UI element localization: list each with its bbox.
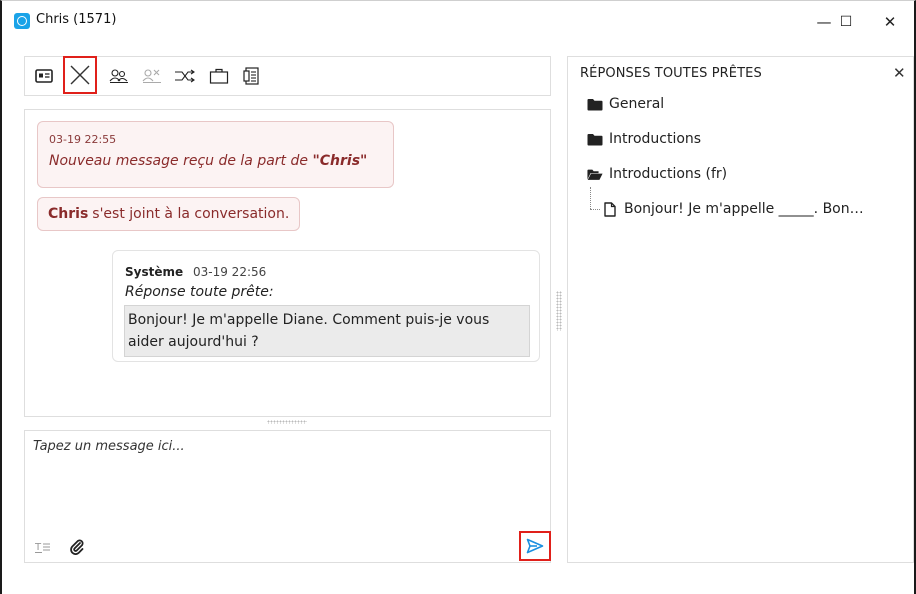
agent-message: Système 03-19 22:56 Réponse toute prête:… xyxy=(112,250,540,362)
joined-text: s'est joint à la conversation. xyxy=(92,206,290,222)
response-item[interactable]: Bonjour! Je m'appelle _____. Bon… xyxy=(602,198,864,220)
chat-window: Chris (1571) — ☐ ✕ 03-19 22:55 Nouveau m… xyxy=(0,0,916,594)
system-notification-text: Nouveau message reçu de la part de "Chri… xyxy=(49,153,367,169)
window-title: Chris (1571) xyxy=(36,12,117,27)
title-bar: Chris (1571) — ☐ ✕ xyxy=(2,1,914,41)
briefcase-icon[interactable] xyxy=(204,61,234,91)
folder-open-icon xyxy=(587,166,603,182)
ready-response-text: Bonjour! Je m'appelle Diane. Comment pui… xyxy=(124,305,530,357)
folder-icon xyxy=(587,96,603,112)
chat-toolbar xyxy=(24,56,551,96)
message-sender: Système xyxy=(125,265,184,279)
document-icon xyxy=(602,201,618,217)
folder-general[interactable]: General xyxy=(587,93,664,115)
ready-response-label: Réponse toute prête: xyxy=(125,284,274,300)
tree-connector xyxy=(590,209,600,210)
system-notification: 03-19 22:55 Nouveau message reçu de la p… xyxy=(37,121,394,188)
text-format-icon[interactable]: T xyxy=(33,537,53,557)
panel-close-button[interactable]: ✕ xyxy=(893,64,906,82)
send-button[interactable] xyxy=(519,531,551,561)
system-notification-name: "Chris" xyxy=(312,153,368,169)
close-button[interactable]: ✕ xyxy=(868,7,912,37)
conference-icon[interactable] xyxy=(137,61,167,91)
maximize-button[interactable]: ☐ xyxy=(824,7,868,37)
joined-notification: Chris s'est joint à la conversation. xyxy=(37,197,301,231)
tree-connector xyxy=(590,187,591,209)
vertical-splitter[interactable] xyxy=(556,291,562,331)
folder-introductions-fr[interactable]: Introductions (fr) xyxy=(587,163,727,185)
joined-name: Chris xyxy=(48,206,89,222)
message-time: 03-19 22:56 xyxy=(193,265,267,279)
route-icon[interactable] xyxy=(170,61,200,91)
svg-text:T: T xyxy=(35,542,42,553)
end-chat-icon[interactable] xyxy=(63,56,97,94)
horizontal-splitter[interactable] xyxy=(267,420,307,424)
chat-transcript[interactable]: 03-19 22:55 Nouveau message reçu de la p… xyxy=(24,109,551,417)
tree-item-label: Bonjour! Je m'appelle _____. Bon… xyxy=(624,201,864,217)
ready-responses-panel: RÉPONSES TOUTES PRÊTES ✕ General Introdu… xyxy=(567,56,914,563)
send-icon xyxy=(526,538,544,554)
system-notification-prefix: Nouveau message reçu de la part de xyxy=(49,153,313,169)
folder-introductions[interactable]: Introductions xyxy=(587,128,701,150)
message-time: 03-19 22:55 xyxy=(49,133,117,146)
tree-item-label: Introductions xyxy=(609,131,702,147)
transfer-icon[interactable] xyxy=(104,61,134,91)
tree-item-label: General xyxy=(609,96,665,112)
contact-card-icon[interactable] xyxy=(29,61,59,91)
message-composer: T xyxy=(24,430,551,563)
message-input[interactable] xyxy=(33,439,538,509)
tree-item-label: Introductions (fr) xyxy=(609,166,728,182)
notes-icon[interactable] xyxy=(237,61,267,91)
attachment-icon[interactable] xyxy=(67,537,87,557)
ready-responses-title: RÉPONSES TOUTES PRÊTES xyxy=(580,66,762,81)
app-icon xyxy=(14,13,30,29)
folder-icon xyxy=(587,131,603,147)
